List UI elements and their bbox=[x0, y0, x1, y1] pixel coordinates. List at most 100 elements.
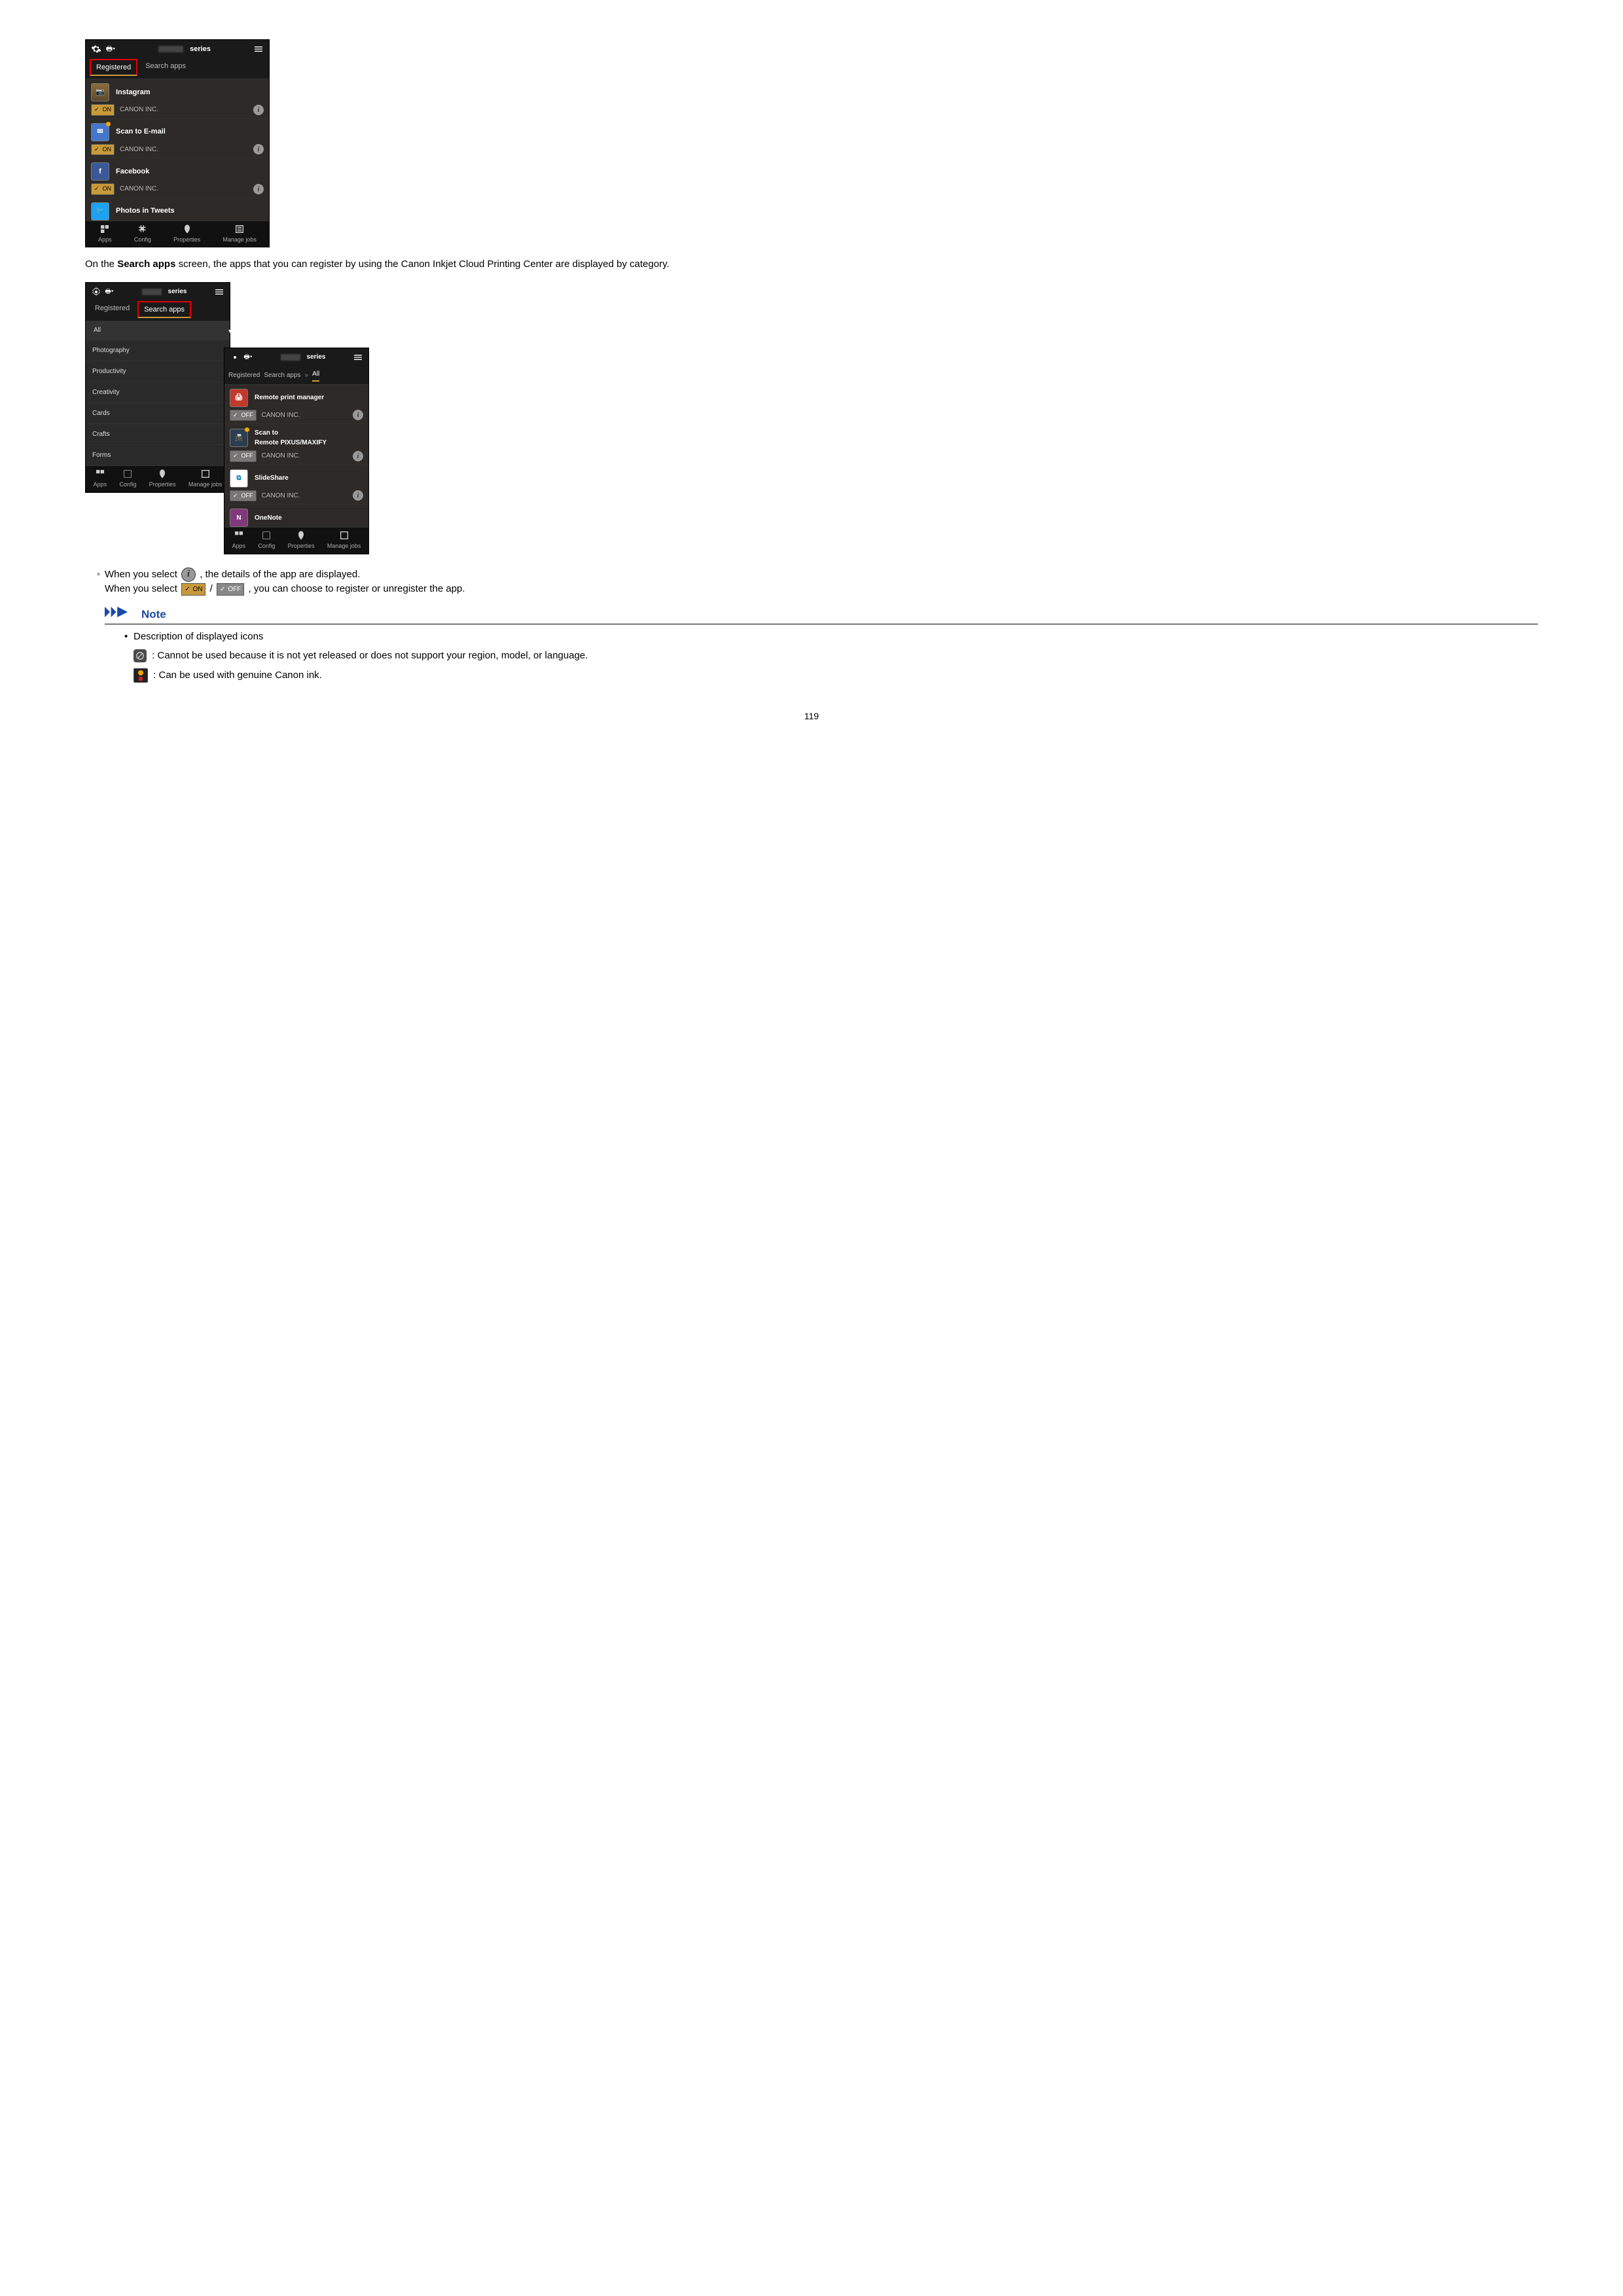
category-all[interactable]: All bbox=[86, 321, 230, 340]
tab-registered[interactable]: Registered bbox=[90, 59, 137, 77]
bottom-nav: Apps Config Properties Manage jobs bbox=[224, 527, 368, 554]
crumb-search[interactable]: Search apps bbox=[264, 370, 300, 380]
instagram-icon: 📷 bbox=[91, 83, 109, 101]
app-name: Scan to E-mail bbox=[116, 126, 166, 137]
category-item[interactable]: Cards bbox=[86, 403, 230, 423]
crumb-registered[interactable]: Registered bbox=[228, 370, 260, 380]
vendor-label: CANON INC. bbox=[262, 451, 300, 461]
gear-icon[interactable] bbox=[91, 287, 101, 297]
info-icon[interactable]: i bbox=[353, 410, 363, 420]
app-item[interactable]: 🖨 Remote print manager OFF CANON INC. i bbox=[224, 384, 368, 424]
toggle-on-inline: ON bbox=[181, 583, 205, 596]
printer-icon[interactable]: 🖶▾ bbox=[104, 287, 115, 297]
nav-apps[interactable]: Apps bbox=[98, 224, 112, 245]
prohibit-icon bbox=[134, 649, 147, 662]
toggle-off[interactable]: OFF bbox=[230, 450, 257, 462]
toggle-off[interactable]: OFF bbox=[230, 410, 257, 422]
toggle-off[interactable]: OFF bbox=[230, 490, 257, 502]
category-item[interactable]: Photography bbox=[86, 340, 230, 361]
note-box: Note Description of displayed icons : Ca… bbox=[105, 606, 1538, 683]
series-label: series bbox=[307, 352, 326, 362]
app-name: Remote print manager bbox=[255, 393, 324, 403]
vendor-label: CANON INC. bbox=[262, 491, 300, 501]
app-name: Facebook bbox=[116, 166, 149, 177]
vendor-label: CANON INC. bbox=[120, 145, 158, 154]
nav-config[interactable]: Config bbox=[134, 224, 151, 245]
nav-manage-jobs[interactable]: Manage jobs bbox=[327, 530, 361, 551]
series-label: series bbox=[190, 44, 211, 55]
info-icon[interactable]: i bbox=[253, 105, 264, 115]
category-item[interactable]: Forms bbox=[86, 444, 230, 465]
phone-header: 🖶▾ series bbox=[86, 40, 269, 59]
app-item[interactable]: 📷 Instagram ON CANON INC. i bbox=[86, 79, 269, 118]
chevron-icon: » bbox=[305, 370, 309, 380]
nav-properties[interactable]: Properties bbox=[149, 469, 176, 490]
phone-header: 🖶▾ series bbox=[224, 348, 368, 367]
tabs-row: Registered Search apps bbox=[86, 59, 269, 79]
gear-icon[interactable] bbox=[91, 44, 101, 54]
nav-properties[interactable]: Properties bbox=[288, 530, 315, 551]
remote-print-icon: 🖨 bbox=[230, 389, 248, 407]
series-label: series bbox=[168, 287, 187, 296]
screenshot-registered-apps: 🖶▾ series Registered Search apps 📷 Insta… bbox=[85, 39, 270, 247]
app-item[interactable]: f Facebook ON CANON INC. i bbox=[86, 158, 269, 198]
note-title: Note bbox=[141, 606, 166, 623]
app-item[interactable]: N OneNote bbox=[224, 504, 368, 527]
nav-config[interactable]: Config bbox=[258, 530, 275, 551]
genuine-ink-icon bbox=[134, 668, 148, 683]
scan-remote-icon: 📠 bbox=[230, 429, 248, 447]
category-item[interactable]: Productivity bbox=[86, 361, 230, 382]
nav-properties[interactable]: Properties bbox=[173, 224, 200, 245]
nav-manage-jobs[interactable]: Manage jobs bbox=[188, 469, 223, 490]
app-item[interactable]: ✉ Scan to E-mail ON CANON INC. i bbox=[86, 118, 269, 158]
para-search-apps: On the Search apps screen, the apps that… bbox=[85, 257, 1538, 272]
toggle-on[interactable]: ON bbox=[91, 144, 115, 156]
category-item[interactable]: Crafts bbox=[86, 423, 230, 444]
nav-apps[interactable]: Apps bbox=[94, 469, 107, 490]
app-item[interactable]: 🐦 Photos in Tweets bbox=[86, 198, 269, 221]
category-item[interactable]: Creativity bbox=[86, 382, 230, 403]
twitter-photos-icon: 🐦 bbox=[91, 202, 109, 221]
printer-icon[interactable]: 🖶▾ bbox=[105, 44, 116, 54]
tabs-row: Registered Search apps bbox=[86, 301, 230, 321]
slideshare-icon: ⧉ bbox=[230, 469, 248, 488]
facebook-icon: f bbox=[91, 162, 109, 181]
bottom-nav: Apps Config Properties Manage jobs bbox=[86, 465, 230, 492]
menu-icon[interactable] bbox=[253, 44, 264, 54]
gear-icon[interactable] bbox=[230, 352, 240, 363]
toggle-on[interactable]: ON bbox=[91, 183, 115, 195]
vendor-label: CANON INC. bbox=[262, 410, 300, 420]
bullet-list: When you select i , the details of the a… bbox=[85, 567, 1538, 597]
nav-manage-jobs[interactable]: Manage jobs bbox=[223, 224, 257, 245]
crumb-all[interactable]: All bbox=[312, 369, 319, 382]
tab-registered[interactable]: Registered bbox=[90, 301, 135, 319]
toggle-off-inline: OFF bbox=[217, 583, 244, 596]
mail-icon: ✉ bbox=[91, 123, 109, 141]
menu-icon[interactable] bbox=[214, 287, 224, 297]
breadcrumb: Registered Search apps » All bbox=[224, 367, 368, 384]
page-number: 119 bbox=[85, 709, 1538, 723]
toggle-on[interactable]: ON bbox=[91, 104, 115, 116]
tab-search-apps[interactable]: Search apps bbox=[137, 301, 191, 319]
note-arrows-icon bbox=[105, 607, 136, 622]
printer-icon[interactable]: 🖶▾ bbox=[243, 352, 253, 363]
model-blur bbox=[281, 354, 300, 361]
menu-icon[interactable] bbox=[353, 352, 363, 363]
info-icon[interactable]: i bbox=[353, 490, 363, 501]
app-item[interactable]: ⧉ SlideShare OFF CANON INC. i bbox=[224, 465, 368, 505]
info-icon[interactable]: i bbox=[353, 451, 363, 461]
nav-apps[interactable]: Apps bbox=[232, 530, 246, 551]
info-icon: i bbox=[181, 567, 196, 582]
app-name: OneNote bbox=[255, 513, 282, 523]
tab-search-apps[interactable]: Search apps bbox=[140, 59, 191, 77]
app-name: Scan to Remote PIXUS/MAXIFY bbox=[255, 428, 327, 448]
onenote-icon: N bbox=[230, 509, 248, 527]
app-item[interactable]: 📠 Scan to Remote PIXUS/MAXIFY OFF CANON … bbox=[224, 423, 368, 465]
nav-config[interactable]: Config bbox=[119, 469, 136, 490]
phone-header: 🖶▾ series bbox=[86, 283, 230, 301]
screenshot-categories: 🖶▾ series Registered Search apps All Pho… bbox=[85, 282, 230, 493]
info-icon[interactable]: i bbox=[253, 144, 264, 154]
info-icon[interactable]: i bbox=[253, 184, 264, 194]
screenshot-search-results: 🖶▾ series Registered Search apps » All 🖨… bbox=[224, 348, 369, 554]
vendor-label: CANON INC. bbox=[120, 184, 158, 194]
